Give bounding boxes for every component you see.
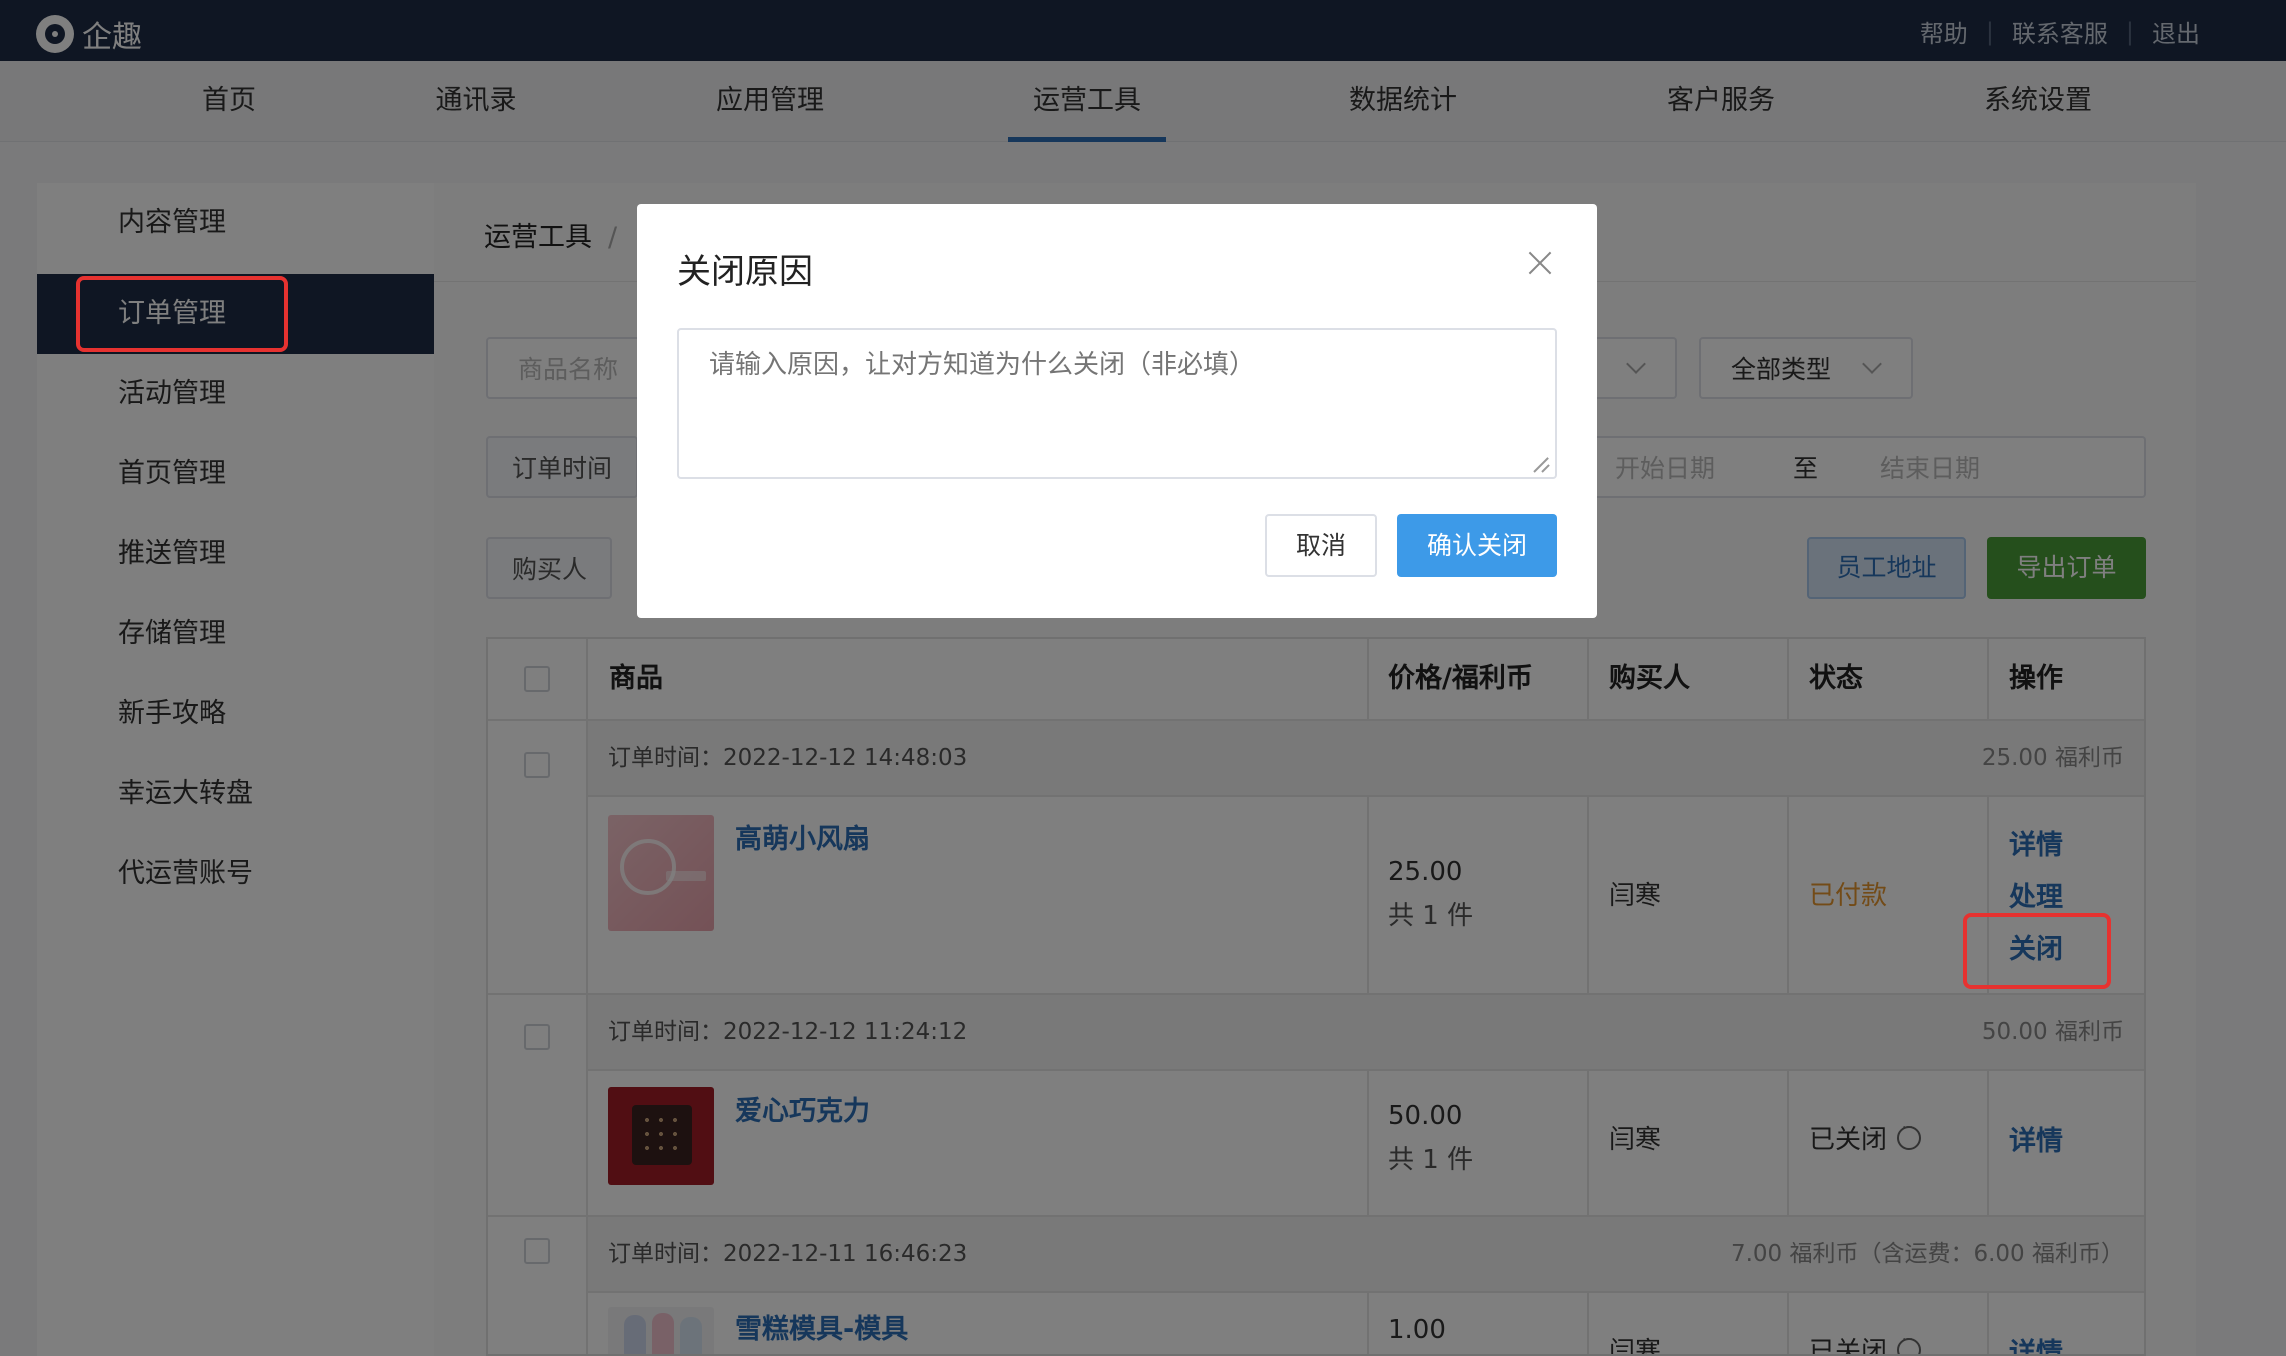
close-icon[interactable] xyxy=(1525,248,1555,278)
highlight-box xyxy=(1963,913,2111,989)
confirm-close-button[interactable]: 确认关闭 xyxy=(1397,514,1557,577)
dialog-title: 关闭原因 xyxy=(677,252,813,292)
resize-handle-icon[interactable] xyxy=(1534,457,1550,473)
highlight-box xyxy=(76,276,288,352)
close-reason-dialog: 关闭原因 取消 确认关闭 xyxy=(637,204,1597,618)
cancel-button[interactable]: 取消 xyxy=(1265,514,1377,577)
reason-textarea[interactable] xyxy=(677,328,1557,479)
